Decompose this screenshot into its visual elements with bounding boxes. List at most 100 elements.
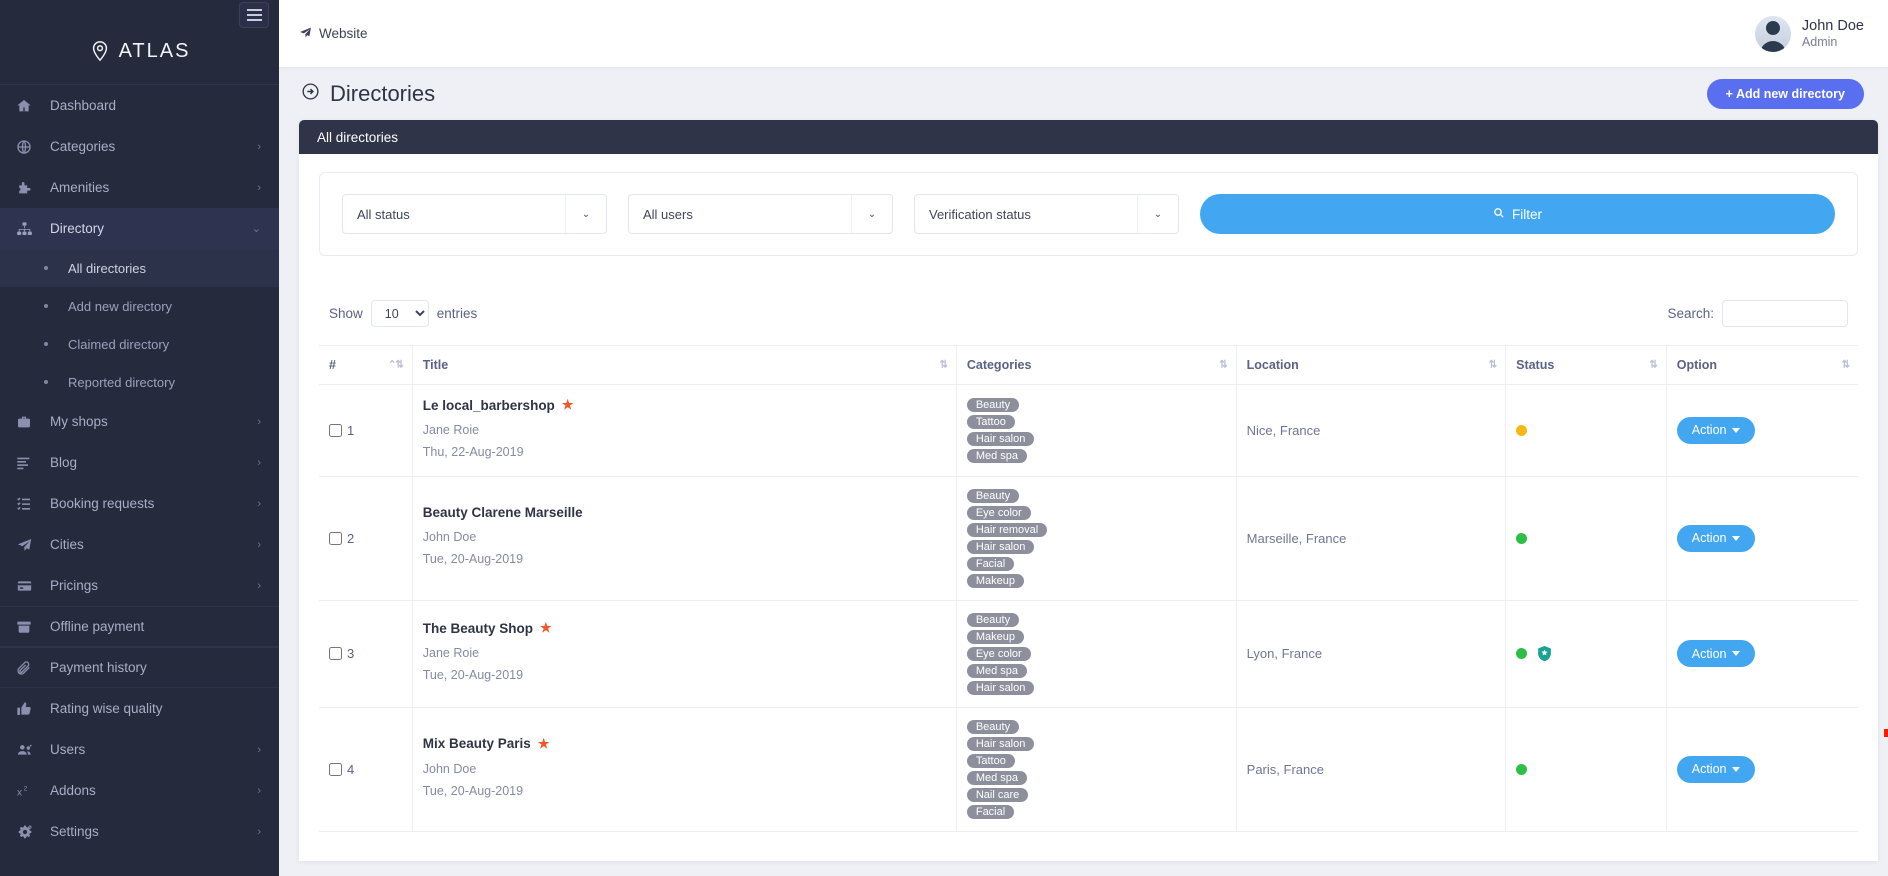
category-chip: Makeup: [966, 573, 1024, 588]
hamburger-icon-bar: [246, 14, 262, 16]
category-chip: Tattoo: [966, 414, 1015, 429]
sort-icon[interactable]: ⇅: [939, 360, 947, 371]
sidebar-item-offline-payment[interactable]: Offline payment: [0, 606, 279, 647]
row-select-checkbox[interactable]: [329, 423, 342, 437]
column-header-label: #: [329, 358, 336, 372]
chevron-down-icon: ⌄: [1137, 195, 1178, 233]
bullet-icon: [44, 342, 48, 346]
sidebar-item-my-shops[interactable]: My shops ›: [0, 401, 279, 442]
action-button-label: Action: [1691, 762, 1727, 777]
users-filter-select[interactable]: All users ⌄: [628, 194, 893, 234]
sidebar-item-directory[interactable]: Directory ⌄: [0, 208, 279, 249]
row-select-checkbox[interactable]: [329, 531, 342, 545]
thumbs-up-icon: [16, 701, 40, 717]
sidebar-item-all-directories[interactable]: All directories: [0, 249, 279, 287]
action-button[interactable]: Action: [1676, 416, 1756, 444]
sort-icon[interactable]: ⇅: [1219, 360, 1227, 371]
verification-filter-select[interactable]: Verification status ⌄: [914, 194, 1179, 234]
main-content: Website John Doe Admin Directories + Add…: [279, 0, 1888, 876]
column-header-title[interactable]: Title ⇅: [412, 345, 957, 385]
paper-plane-icon: [16, 537, 40, 553]
search-input[interactable]: [1722, 300, 1848, 327]
sidebar-item-categories[interactable]: Categories ›: [0, 126, 279, 167]
action-button[interactable]: Action: [1676, 755, 1756, 783]
row-select-checkbox-wrapper[interactable]: 2: [329, 531, 402, 546]
cell-title: Beauty Clarene Marseille John Doe Tue, 2…: [412, 476, 957, 601]
home-icon: [16, 98, 40, 114]
puzzle-icon: [16, 180, 40, 196]
sidebar-item-reported-directory[interactable]: Reported directory: [0, 363, 279, 401]
table-head: # ⌃⇅ Title ⇅ Categories ⇅ Location ⇅ Sta…: [319, 345, 1858, 385]
sidebar-item-cities[interactable]: Cities ›: [0, 524, 279, 565]
column-header-categories[interactable]: Categories ⇅: [956, 345, 1237, 385]
table-body: 1 Le local_barbershop ★ Jane Roie Thu, 2…: [319, 384, 1858, 832]
row-select-checkbox-wrapper[interactable]: 3: [329, 646, 402, 661]
filter-button[interactable]: Filter: [1200, 194, 1835, 234]
cell-location: Marseille, France: [1236, 476, 1507, 601]
action-button[interactable]: Action: [1676, 524, 1756, 552]
category-chip: Beauty: [966, 488, 1020, 503]
tasklist-icon: [16, 496, 40, 512]
sidebar-item-claimed-directory[interactable]: Claimed directory: [0, 325, 279, 363]
cell-status: [1505, 384, 1667, 477]
chevron-right-icon: ›: [257, 538, 261, 551]
category-chip: Hair salon: [966, 736, 1035, 751]
sidebar-item-addons[interactable]: x2 Addons ›: [0, 770, 279, 811]
sidebar-item-add-new-directory[interactable]: Add new directory: [0, 287, 279, 325]
action-button[interactable]: Action: [1676, 640, 1756, 668]
sidebar-item-label: Booking requests: [50, 496, 155, 511]
all-directories-panel: All directories All status ⌄ All users ⌄…: [299, 120, 1878, 861]
sidebar-item-dashboard[interactable]: Dashboard: [0, 85, 279, 126]
category-chip: Hair removal: [966, 522, 1048, 537]
sidebar-item-payment-history[interactable]: Payment history: [0, 647, 279, 688]
row-select-checkbox[interactable]: [329, 647, 342, 661]
brand-name: ATLAS: [118, 39, 191, 62]
sidebar-item-label: My shops: [50, 414, 108, 429]
page-size-select[interactable]: 10 25 50 100: [370, 300, 429, 327]
sidebar-item-users[interactable]: Users ›: [0, 729, 279, 770]
user-profile-menu[interactable]: John Doe Admin: [1754, 15, 1864, 52]
sidebar-item-booking-requests[interactable]: Booking requests ›: [0, 483, 279, 524]
column-header-number[interactable]: # ⌃⇅: [319, 345, 413, 385]
chevron-right-icon: ›: [257, 579, 261, 592]
sort-icon[interactable]: ⇅: [1842, 360, 1850, 371]
status-filter-select[interactable]: All status ⌄: [342, 194, 607, 234]
verification-filter-value: Verification status: [929, 206, 1031, 222]
column-header-label: Status: [1516, 358, 1555, 372]
sort-icon[interactable]: ⌃⇅: [388, 360, 404, 371]
column-header-location[interactable]: Location ⇅: [1236, 345, 1507, 385]
directories-table: # ⌃⇅ Title ⇅ Categories ⇅ Location ⇅ Sta…: [319, 345, 1858, 832]
directory-title[interactable]: Beauty Clarene Marseille: [423, 505, 946, 520]
row-select-checkbox-wrapper[interactable]: 4: [329, 762, 402, 777]
archive-icon: [16, 619, 40, 635]
category-chip: Facial: [966, 804, 1015, 819]
sidebar-item-settings[interactable]: Settings ›: [0, 811, 279, 852]
brand-logo[interactable]: ATLAS: [0, 30, 279, 72]
svg-text:2: 2: [24, 785, 28, 792]
row-select-checkbox-wrapper[interactable]: 1: [329, 423, 402, 438]
user-role: Admin: [1801, 34, 1838, 49]
column-header-status[interactable]: Status ⇅: [1505, 345, 1667, 385]
map-pin-icon: [89, 40, 111, 62]
row-select-checkbox[interactable]: [329, 762, 342, 776]
cell-title: Mix Beauty Paris ★ John Doe Tue, 20-Aug-…: [412, 707, 957, 832]
directory-title[interactable]: Le local_barbershop ★: [423, 397, 946, 413]
sidebar-item-label: Categories: [50, 139, 116, 154]
add-new-directory-button[interactable]: + Add new directory: [1706, 78, 1864, 109]
sort-icon[interactable]: ⇅: [1649, 360, 1657, 371]
menu-toggle-button[interactable]: [239, 2, 269, 28]
sidebar-item-rating-wise-quality[interactable]: Rating wise quality: [0, 688, 279, 729]
sidebar-item-label: Cities: [50, 537, 84, 552]
column-header-option[interactable]: Option ⇅: [1666, 345, 1858, 385]
sidebar-item-blog[interactable]: Blog ›: [0, 442, 279, 483]
directory-author: John Doe: [422, 530, 477, 545]
directory-title[interactable]: Mix Beauty Paris ★: [423, 736, 946, 752]
website-link-label: Website: [319, 26, 368, 41]
sort-icon[interactable]: ⇅: [1489, 360, 1497, 371]
directory-title-text: Le local_barbershop: [422, 397, 555, 413]
sidebar-item-amenities[interactable]: Amenities ›: [0, 167, 279, 208]
sidebar-item-pricings[interactable]: Pricings ›: [0, 565, 279, 606]
table-row: 1 Le local_barbershop ★ Jane Roie Thu, 2…: [319, 384, 1858, 477]
website-link[interactable]: Website: [299, 26, 368, 42]
directory-title[interactable]: The Beauty Shop ★: [423, 620, 946, 636]
